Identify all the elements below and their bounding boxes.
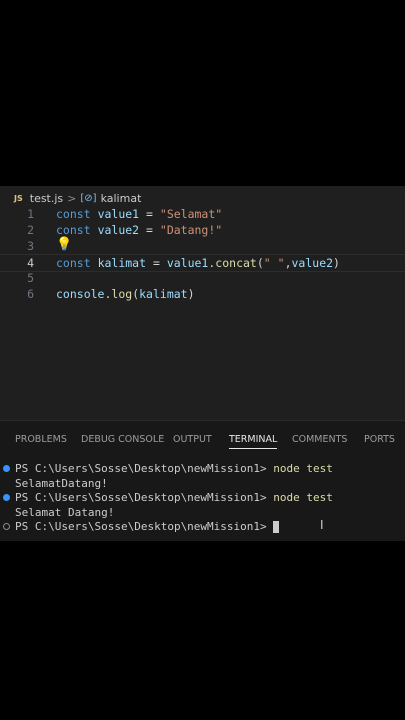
text-cursor bbox=[273, 521, 280, 533]
terminal-output: Selamat Datang! bbox=[15, 506, 115, 519]
code-token: log bbox=[111, 287, 133, 301]
code-token: const bbox=[56, 256, 91, 270]
tab-problems[interactable]: PROBLEMS bbox=[15, 434, 67, 445]
terminal-output: SelamatDatang! bbox=[15, 477, 108, 490]
command-success-icon[interactable] bbox=[3, 494, 10, 501]
variable-icon: [⊘] bbox=[80, 192, 97, 204]
mouse-ibeam-icon: I bbox=[320, 518, 324, 532]
breadcrumb: JS test.js > [⊘] kalimat bbox=[14, 190, 141, 206]
code-line[interactable]: 2 const value2 = "Datang!" bbox=[0, 222, 405, 238]
tab-terminal[interactable]: TERMINAL bbox=[229, 434, 278, 449]
breadcrumb-symbol[interactable]: kalimat bbox=[101, 192, 142, 205]
tab-debug-console[interactable]: DEBUG CONSOLE bbox=[81, 434, 164, 445]
code-token: value2 bbox=[291, 256, 334, 270]
line-number: 5 bbox=[27, 271, 34, 285]
tab-output[interactable]: OUTPUT bbox=[173, 434, 212, 445]
code-text: console.log(kalimat) bbox=[56, 286, 195, 302]
code-text: const value2 = "Datang!" bbox=[56, 222, 222, 238]
terminal-prompt-line[interactable]: PS C:\Users\Sosse\Desktop\newMission1> bbox=[15, 520, 280, 534]
code-line[interactable]: 1 const value1 = "Selamat" bbox=[0, 206, 405, 222]
code-token: "Selamat" bbox=[159, 207, 223, 221]
code-token: = bbox=[139, 207, 160, 221]
code-token: = bbox=[139, 223, 160, 237]
breadcrumb-file[interactable]: test.js bbox=[30, 192, 63, 205]
code-token: kalimat bbox=[139, 287, 188, 301]
code-token: ( bbox=[256, 256, 264, 270]
line-number: 1 bbox=[27, 207, 34, 221]
code-token: , bbox=[284, 256, 292, 270]
code-token: const bbox=[56, 207, 91, 221]
terminal-command-line: PS C:\Users\Sosse\Desktop\newMission1> n… bbox=[15, 491, 333, 504]
js-file-icon: JS bbox=[14, 193, 23, 203]
code-token: console bbox=[56, 287, 105, 301]
code-token: concat bbox=[215, 256, 257, 270]
line-number: 4 bbox=[27, 256, 34, 270]
tab-ports[interactable]: PORTS bbox=[364, 434, 395, 445]
code-token: " " bbox=[263, 256, 285, 270]
line-number: 3 bbox=[27, 239, 34, 253]
code-token: value1 bbox=[97, 207, 140, 221]
code-token: ) bbox=[187, 287, 195, 301]
code-token: kalimat bbox=[97, 256, 147, 270]
panel-tabs: PROBLEMS DEBUG CONSOLE OUTPUT TERMINAL C… bbox=[0, 434, 405, 454]
line-number: 6 bbox=[27, 287, 34, 301]
code-line[interactable]: 5 bbox=[0, 270, 405, 286]
editor-area[interactable]: JS test.js > [⊘] kalimat 1 const value1 =… bbox=[0, 186, 405, 420]
lightbulb-icon[interactable]: 💡 bbox=[56, 237, 72, 252]
code-text: const kalimat = value1.concat(" ",value2… bbox=[56, 255, 340, 271]
code-token: = bbox=[146, 256, 167, 270]
code-token: const bbox=[56, 223, 91, 237]
tab-comments[interactable]: COMMENTS bbox=[292, 434, 347, 445]
terminal-command-line: PS C:\Users\Sosse\Desktop\newMission1> n… bbox=[15, 462, 333, 475]
code-token: ) bbox=[333, 256, 340, 270]
code-text: const value1 = "Selamat" bbox=[56, 206, 222, 222]
code-token: value2 bbox=[97, 223, 140, 237]
code-line[interactable]: 6 console.log(kalimat) bbox=[0, 286, 405, 302]
command-pending-icon bbox=[3, 523, 10, 530]
code-token: value1 bbox=[166, 256, 209, 270]
command-success-icon[interactable] bbox=[3, 465, 10, 472]
code-token: "Datang!" bbox=[159, 223, 223, 237]
chevron-right-icon: > bbox=[67, 191, 77, 205]
line-number: 2 bbox=[27, 223, 34, 237]
